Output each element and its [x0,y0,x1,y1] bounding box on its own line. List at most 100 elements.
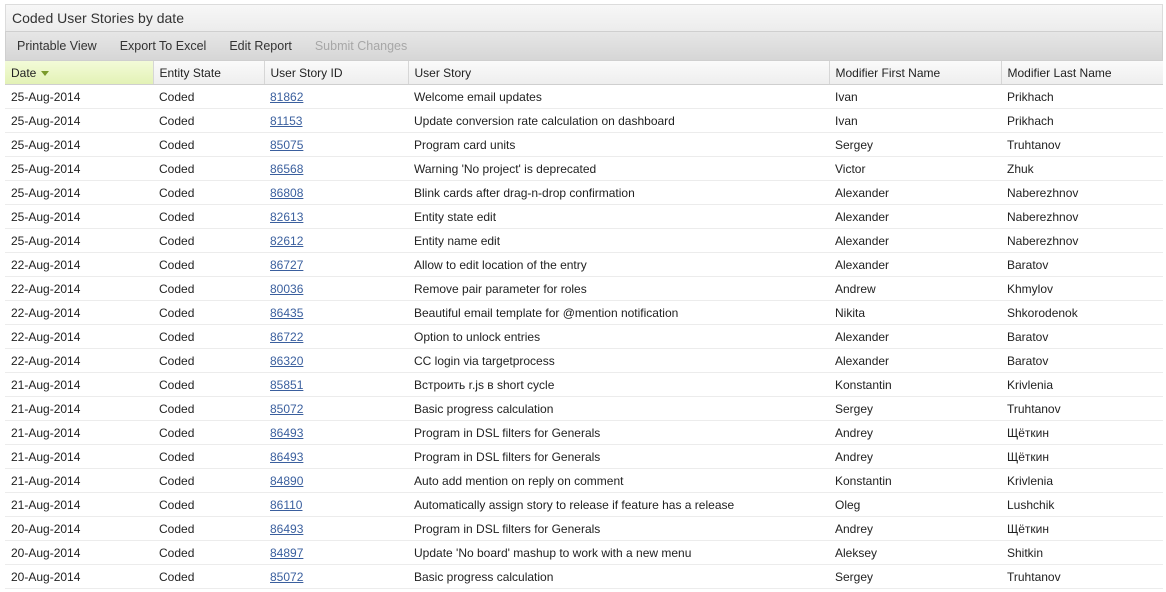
table-row[interactable]: 22-Aug-2014 Coded 86722 Option to unlock en… [5,324,1163,349]
entity-state-cell: Coded [153,468,264,493]
table-row[interactable]: 20-Aug-2014 Coded 86493 Program in DSL filt… [5,516,1163,541]
user-story-cell: Welcome email updates [408,84,829,109]
modifier-first-name-cell: Andrew [829,588,1001,592]
table-row[interactable]: 20-Aug-2014Coded84481Document Left Menu … [5,588,1163,592]
table-row[interactable]: 22-Aug-2014 Coded 86320 CC login via target… [5,348,1163,373]
entity-state-cell: Coded [153,276,264,301]
user-story-id-link[interactable]: 85072 [270,402,303,416]
table-row[interactable]: 21-Aug-2014 Coded 86110 Automatically assig… [5,492,1163,517]
modifier-last-name-cell: Lushchik [1001,492,1163,517]
report-title: Coded User Stories by date [5,4,1163,31]
column-header-modifier-last-name[interactable]: Modifier Last Name [1001,61,1163,85]
user-story-id-cell: 84897 [264,540,408,565]
user-story-id-cell: 84890 [264,468,408,493]
date-cell: 25-Aug-2014 [5,84,153,109]
table-row[interactable]: 22-Aug-2014 Coded 86435 Beautiful email tem… [5,300,1163,325]
table-row[interactable]: 25-Aug-2014 Coded 81153 Update conversion r… [5,108,1163,133]
user-story-cell: Beautiful email template for @mention no… [408,300,829,325]
table-row[interactable]: 25-Aug-2014 Coded 82613 Entity state edit Al… [5,204,1163,229]
user-story-id-link[interactable]: 86435 [270,306,303,320]
user-story-id-link[interactable]: 86110 [270,498,302,512]
user-story-cell: Allow to edit location of the entry [408,252,829,277]
entity-state-cell: Coded [153,492,264,517]
user-story-id-cell: 81862 [264,84,408,109]
column-header-modifier-first-name[interactable]: Modifier First Name [829,61,1002,85]
column-header-date[interactable]: Date [5,61,154,85]
user-story-id-link[interactable]: 82612 [270,234,303,248]
user-story-id-link[interactable]: 85072 [270,570,303,584]
user-story-id-link[interactable]: 86493 [270,426,303,440]
date-cell: 25-Aug-2014 [5,132,153,157]
column-header-user-story[interactable]: User Story [408,61,830,85]
user-story-id-link[interactable]: 86727 [270,258,303,272]
edit-report-button[interactable]: Edit Report [218,39,304,53]
column-header-label: Modifier First Name [835,65,941,80]
user-story-id-link[interactable]: 84897 [270,546,303,560]
modifier-last-name-cell: Zhuk [1001,156,1163,181]
table-row[interactable]: 25-Aug-2014 Coded 82612 Entity name edit Ale… [5,228,1163,253]
date-cell: 21-Aug-2014 [5,396,153,421]
column-header-user-story-id[interactable]: User Story ID [264,61,409,85]
table-row[interactable]: 25-Aug-2014 Coded 86808 Blink cards after d… [5,180,1163,205]
user-story-id-link[interactable]: 84890 [270,474,303,488]
user-story-id-link[interactable]: 86722 [270,330,303,344]
submit-changes-button: Submit Changes [314,39,408,53]
user-story-id-cell: 81153 [264,108,408,133]
user-story-id-link[interactable]: 80036 [270,282,303,296]
user-story-id-link[interactable]: 81862 [270,90,303,104]
entity-state-cell: Coded [153,252,264,277]
entity-state-cell: Coded [153,348,264,373]
table-row[interactable]: 25-Aug-2014 Coded 81862 Welcome email updat… [5,84,1163,109]
table-row[interactable]: 22-Aug-2014 Coded 86727 Allow to edit locat… [5,252,1163,277]
modifier-last-name-cell: Naberezhnov [1001,204,1163,229]
table-row[interactable]: 21-Aug-2014 Coded 84890 Auto add mention on… [5,468,1163,493]
modifier-last-name-cell: Khmylov [1001,588,1163,592]
user-story-cell: Update conversion rate calculation on da… [408,108,829,133]
modifier-first-name-cell: Alexander [829,252,1001,277]
entity-state-cell: Coded [153,516,264,541]
table-row[interactable]: 21-Aug-2014 Coded 85072 Basic progress calc… [5,396,1163,421]
user-story-id-cell: 86435 [264,300,408,325]
table-row[interactable]: 21-Aug-2014 Coded 86493 Program in DSL filt… [5,444,1163,469]
column-header-entity-state[interactable]: Entity State [153,61,265,85]
date-cell: 21-Aug-2014 [5,372,153,397]
modifier-last-name-cell: Shitkin [1001,540,1163,565]
modifier-first-name-cell: Andrew [829,276,1001,301]
user-story-id-link[interactable]: 82613 [270,210,303,224]
user-story-cell: Remove pair parameter for roles [408,276,829,301]
user-story-id-cell: 86493 [264,516,408,541]
modifier-last-name-cell: Khmylov [1001,276,1163,301]
table-row[interactable]: 20-Aug-2014 Coded 85072 Basic progress calc… [5,564,1163,589]
user-story-cell: Auto add mention on reply on comment [408,468,829,493]
table-row[interactable]: 25-Aug-2014 Coded 86568 Warning 'No project… [5,156,1163,181]
report-toolbar: Printable View Export To Excel Edit Repo… [5,31,1163,61]
entity-state-cell: Coded [153,84,264,109]
user-story-id-cell: 85072 [264,564,408,589]
printable-view-button[interactable]: Printable View [6,39,109,53]
user-story-cell: Program in DSL filters for Generals [408,444,829,469]
user-story-id-cell: 86110 [264,492,408,517]
user-story-cell: Basic progress calculation [408,564,829,589]
user-story-id-link[interactable]: 86568 [270,162,303,176]
user-story-id-link[interactable]: 86493 [270,522,303,536]
modifier-first-name-cell: Oleg [829,492,1001,517]
user-story-id-link[interactable]: 81153 [270,114,302,128]
user-story-id-link[interactable]: 85075 [270,138,303,152]
table-row[interactable]: 25-Aug-2014 Coded 85075 Program card units S… [5,132,1163,157]
report-panel: Coded User Stories by date Printable Vie… [5,4,1163,592]
entity-state-cell: Coded [153,588,264,592]
date-cell: 25-Aug-2014 [5,228,153,253]
user-story-id-link[interactable]: 86808 [270,186,303,200]
modifier-first-name-cell: Alexander [829,204,1001,229]
table-row[interactable]: 20-Aug-2014 Coded 84897 Update 'No board' m… [5,540,1163,565]
modifier-first-name-cell: Sergey [829,132,1001,157]
table-row[interactable]: 21-Aug-2014 Coded 85851 Встроить r.js в sho… [5,372,1163,397]
column-header-label: Modifier Last Name [1007,65,1112,80]
user-story-id-link[interactable]: 85851 [270,378,303,392]
table-row[interactable]: 22-Aug-2014 Coded 80036 Remove pair paramet… [5,276,1163,301]
user-story-id-link[interactable]: 86493 [270,450,303,464]
user-story-id-link[interactable]: 86320 [270,354,303,368]
table-row[interactable]: 21-Aug-2014 Coded 86493 Program in DSL filt… [5,420,1163,445]
user-story-cell: Document Left Menu API [408,588,829,592]
export-to-excel-button[interactable]: Export To Excel [109,39,219,53]
